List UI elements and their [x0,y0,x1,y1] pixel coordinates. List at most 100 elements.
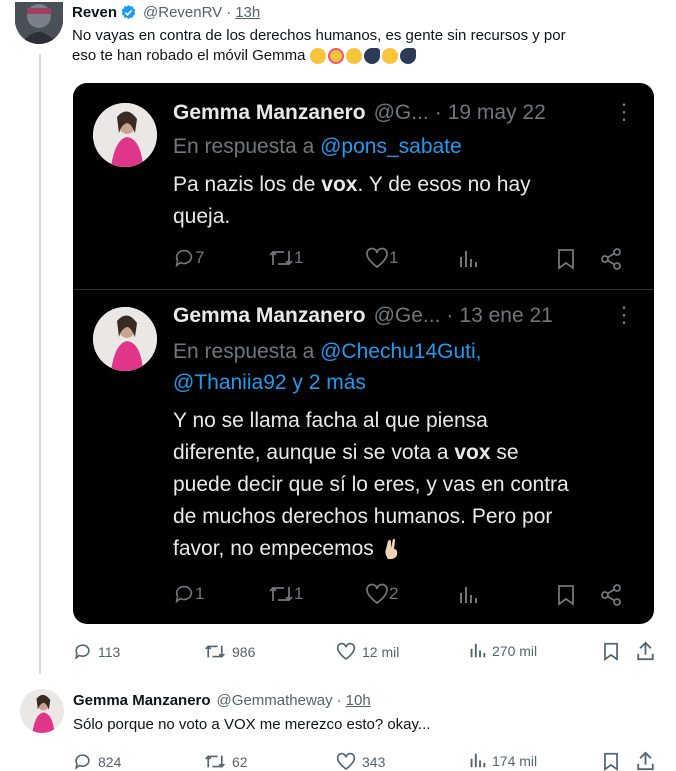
tweet-timestamp[interactable]: 13h [235,4,260,21]
share-button[interactable] [636,641,655,661]
share-button[interactable] [599,247,623,271]
tweet-timestamp[interactable]: 10h [346,692,371,709]
avatar[interactable] [93,307,157,371]
bookmark-button[interactable] [557,584,575,606]
more-options-icon[interactable]: ⋮ [613,302,636,328]
retweet-button[interactable]: 62 [204,752,248,771]
like-count: 343 [362,753,386,770]
author-name[interactable]: Reven [72,4,117,21]
bookmark-button[interactable] [603,752,619,771]
tweet-body: Pa nazis los de vox. Y de esos no hay qu… [173,169,643,233]
like-button[interactable]: 2 [365,583,398,605]
speaking-head-icon [364,48,381,64]
like-button[interactable]: 12 mil [336,642,399,661]
body-text-bold: vox [321,173,358,196]
bookmark-icon [604,642,618,661]
views-button[interactable]: 174 mil [469,752,537,769]
tweet-timestamp[interactable]: 19 may 22 [448,101,546,125]
body-text: puede decir que sí lo eres, y vas en con… [173,473,569,496]
speaking-head-icon [400,48,417,64]
author-name[interactable]: Gemma Manzanero [173,101,366,125]
bookmark-icon [558,249,574,270]
reply-icon [74,754,90,770]
reply-count: 1 [195,584,205,603]
reply-prefix: En respuesta a [173,340,315,363]
avatar[interactable] [93,103,157,167]
retweet-button[interactable]: 1 [268,247,303,269]
separator-dot: · [434,101,442,124]
reply-context: En respuesta a @Chechu14Guti, @Thaniia92… [173,336,482,398]
like-count: 12 mil [362,643,400,660]
retweet-icon [205,645,225,658]
like-count: 2 [389,584,399,603]
quoted-thread-card[interactable]: Gemma Manzanero @G... · 19 may 22 ⋮ En r… [73,83,654,624]
face-with-hand-over-mouth-icon [382,48,399,64]
crossed-fingers-icon [385,538,397,560]
tweet-text-line: eso te han robado el móvil Gemma [72,47,306,64]
analytics-icon [470,643,486,658]
views-button[interactable] [458,585,478,605]
reply-icon [175,585,193,604]
author-handle[interactable]: @Gemmatheway [217,692,333,709]
share-button[interactable] [599,583,623,607]
separator-dot: · [336,691,342,709]
retweet-icon [269,250,293,266]
share-button[interactable] [636,751,655,771]
tweet-text: No vayas en contra de los derechos human… [72,26,662,66]
body-text: . Y de esos no hay [357,173,531,196]
bookmark-icon [558,585,574,606]
retweet-count: 986 [232,643,256,660]
analytics-icon [460,587,477,603]
author-name[interactable]: Gemma Manzanero [73,692,211,709]
avatar[interactable] [20,689,64,733]
retweet-count: 1 [294,584,304,603]
mention-link[interactable]: @Thaniia92 y 2 más [173,367,482,398]
retweet-button[interactable]: 986 [204,642,255,661]
like-button[interactable]: 343 [336,752,385,771]
reply-button[interactable]: 7 [173,247,204,269]
share-icon [601,584,621,606]
upload-share-icon [637,751,654,771]
bookmark-button[interactable] [603,642,619,661]
separator-dot: · [226,3,232,21]
author-handle[interactable]: @Ge... [374,304,441,328]
analytics-icon [460,251,477,267]
body-text: favor, no empecemos [173,537,374,560]
author-name[interactable]: Gemma Manzanero [173,304,366,328]
mention-link[interactable]: @pons_sabate [320,135,462,158]
reply-button[interactable]: 1 [173,583,204,605]
author-handle[interactable]: @RevenRV [143,4,222,21]
retweet-icon [269,586,293,602]
heart-icon [336,642,356,661]
author-handle[interactable]: @G... [374,101,429,125]
like-button[interactable]: 1 [365,247,398,269]
tweet-timestamp[interactable]: 13 ene 21 [459,304,552,328]
views-count: 270 mil [492,642,538,659]
tweet-text-line: No vayas en contra de los derechos human… [72,27,566,44]
tweet-header: Gemma Manzanero @Gemmatheway · 10h [73,690,371,710]
upload-share-icon [637,641,654,661]
reply-button[interactable]: 824 [73,752,121,771]
face-with-hand-over-mouth-icon [310,48,327,64]
reply-count: 113 [98,643,121,660]
verified-badge-icon [121,4,136,19]
avatar[interactable] [15,2,63,44]
like-count: 1 [389,248,399,267]
heart-icon [366,247,388,269]
share-icon [601,248,621,270]
views-button[interactable]: 270 mil [469,642,537,659]
tweet-header: Reven @RevenRV · 13h [72,2,260,22]
emoji-group [310,48,418,64]
reply-button[interactable]: 113 [73,642,120,661]
retweet-icon [205,755,225,768]
views-button[interactable] [458,249,478,269]
more-options-icon[interactable]: ⋮ [613,99,636,125]
mention-link[interactable]: @Chechu14Guti, [320,340,481,363]
body-text-bold: vox [454,441,491,464]
heart-icon [366,583,388,605]
card-divider [73,289,654,290]
retweet-button[interactable]: 1 [268,583,303,605]
separator-dot: · [446,304,454,327]
tweet-header: Gemma Manzanero @Ge... · 13 ene 21 [173,301,553,331]
bookmark-button[interactable] [557,248,575,270]
